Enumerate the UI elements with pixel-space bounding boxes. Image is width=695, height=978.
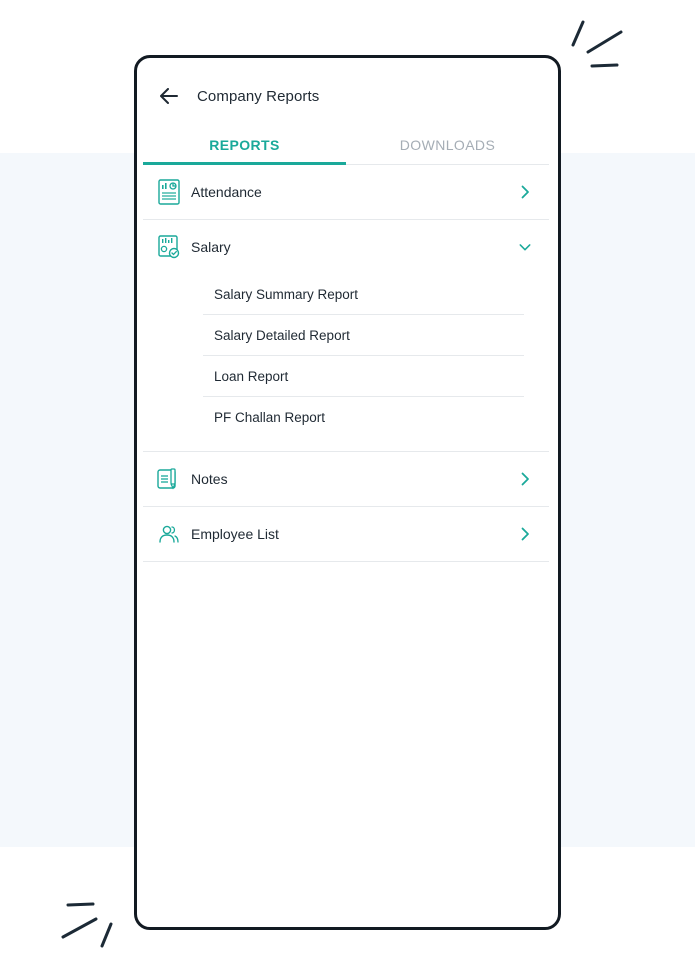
tab-reports[interactable]: REPORTS (143, 126, 346, 165)
app-bar: Company Reports (137, 76, 558, 116)
submenu-item-pf-challan[interactable]: PF Challan Report (203, 397, 524, 437)
chevron-right-icon (519, 527, 531, 541)
list-item-label: Salary (191, 239, 231, 255)
submenu-item-loan-report[interactable]: Loan Report (203, 356, 524, 397)
decoration-strokes-bottom (61, 902, 113, 948)
list-item-salary[interactable]: Salary (143, 220, 549, 274)
report-icon (157, 179, 181, 205)
decoration-strokes-top (571, 20, 623, 68)
list-item-label: Employee List (191, 526, 279, 542)
list-item-label: Notes (191, 471, 228, 487)
chevron-down-icon (519, 240, 531, 254)
chevron-right-icon (519, 472, 531, 486)
salary-submenu: Salary Summary Report Salary Detailed Re… (203, 274, 524, 437)
notes-icon (157, 466, 181, 492)
list-item-label: Attendance (191, 184, 262, 200)
tab-bar: REPORTS DOWNLOADS (143, 126, 549, 165)
submenu-item-salary-detailed[interactable]: Salary Detailed Report (203, 315, 524, 356)
phone-frame: Company Reports REPORTS DOWNLOADS Attend… (134, 55, 561, 930)
list-item-employee-list[interactable]: Employee List (143, 507, 549, 562)
salary-icon (157, 234, 181, 260)
arrow-left-icon (160, 88, 178, 104)
chevron-right-icon (519, 185, 531, 199)
list-item-attendance[interactable]: Attendance (143, 165, 549, 220)
salary-group: Salary Salary Summary Report Salary Deta… (143, 220, 549, 452)
back-button[interactable] (157, 84, 181, 108)
tab-downloads[interactable]: DOWNLOADS (346, 126, 549, 164)
users-icon (157, 521, 181, 547)
list-item-notes[interactable]: Notes (143, 452, 549, 507)
submenu-item-salary-summary[interactable]: Salary Summary Report (203, 274, 524, 315)
reports-list: Attendance Salary Salary Summary Report … (143, 165, 549, 562)
page-title: Company Reports (197, 87, 320, 105)
